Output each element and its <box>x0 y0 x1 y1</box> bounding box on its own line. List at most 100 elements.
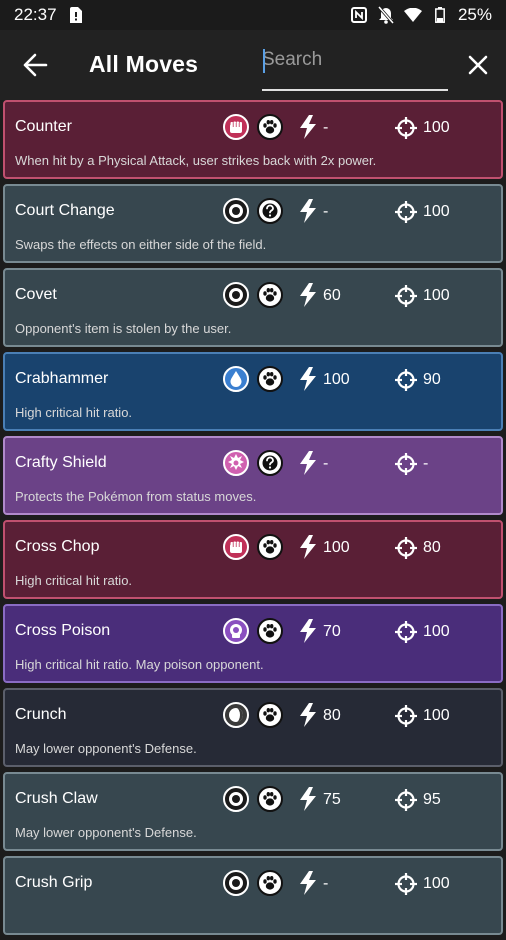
accuracy-crosshair-icon <box>395 369 417 391</box>
move-card[interactable]: Crabhammer 100 90 High critical hit rati… <box>3 352 503 431</box>
paw-icon <box>257 870 283 896</box>
move-accuracy: 100 <box>423 707 450 724</box>
move-power: - <box>323 119 329 136</box>
move-description: Opponent's item is stolen by the user. <box>15 321 232 336</box>
move-power: 100 <box>323 539 350 556</box>
move-description: High critical hit ratio. <box>15 573 133 588</box>
move-power: 80 <box>323 707 341 724</box>
move-description: Protects the Pokémon from status moves. <box>15 489 257 504</box>
move-power: - <box>323 203 329 220</box>
move-card[interactable]: Crush Grip - 100 <box>3 856 503 935</box>
move-accuracy: 100 <box>423 119 450 136</box>
status-icon <box>257 450 283 476</box>
power-bolt-icon <box>300 283 316 307</box>
move-accuracy: 80 <box>423 539 441 556</box>
status-icon <box>257 198 283 224</box>
page-title: All Moves <box>89 51 199 77</box>
accuracy-crosshair-icon <box>395 285 417 307</box>
accuracy-crosshair-icon <box>395 201 417 223</box>
paw-icon <box>257 282 283 308</box>
move-description: May lower opponent's Defense. <box>15 825 197 840</box>
move-accuracy: - <box>423 455 429 472</box>
move-card[interactable]: Crafty Shield - - Protects the Pokémon f… <box>3 436 503 515</box>
fist-icon <box>223 114 249 140</box>
move-name: Crush Grip <box>15 874 93 891</box>
move-name: Counter <box>15 118 72 135</box>
power-bolt-icon <box>300 871 316 895</box>
move-name: Crunch <box>15 706 67 723</box>
move-power: 100 <box>323 371 350 388</box>
dark-icon <box>223 702 249 728</box>
move-name: Crabhammer <box>15 370 109 387</box>
move-card[interactable]: Crunch 80 100 May lower opponent's Defen… <box>3 688 503 767</box>
move-accuracy: 90 <box>423 371 441 388</box>
water-icon <box>223 366 249 392</box>
nfc-icon <box>350 6 368 24</box>
power-bolt-icon <box>300 199 316 223</box>
back-arrow-icon[interactable] <box>22 52 48 78</box>
app-bar: All Moves <box>0 30 506 100</box>
paw-icon <box>257 534 283 560</box>
power-bolt-icon <box>300 535 316 559</box>
mute-bell-icon <box>377 6 395 24</box>
move-accuracy: 100 <box>423 203 450 220</box>
move-card[interactable]: Covet 60 100 Opponent's item is stolen b… <box>3 268 503 347</box>
accuracy-crosshair-icon <box>395 789 417 811</box>
close-icon[interactable] <box>467 54 489 76</box>
move-power: - <box>323 455 329 472</box>
move-description: May lower opponent's Defense. <box>15 741 197 756</box>
normal-icon <box>223 282 249 308</box>
move-card[interactable]: Crush Claw 75 95 May lower opponent's De… <box>3 772 503 851</box>
paw-icon <box>257 702 283 728</box>
normal-icon <box>223 198 249 224</box>
accuracy-crosshair-icon <box>395 453 417 475</box>
paw-icon <box>257 618 283 644</box>
accuracy-crosshair-icon <box>395 621 417 643</box>
status-bar: 22:37 25% <box>0 0 506 30</box>
wifi-icon <box>403 6 422 24</box>
search-field[interactable] <box>262 45 448 91</box>
poison-icon <box>223 618 249 644</box>
accuracy-crosshair-icon <box>395 117 417 139</box>
power-bolt-icon <box>300 451 316 475</box>
power-bolt-icon <box>300 703 316 727</box>
move-accuracy: 100 <box>423 287 450 304</box>
battery-icon <box>431 6 449 24</box>
move-description: High critical hit ratio. <box>15 405 133 420</box>
fist-icon <box>223 534 249 560</box>
accuracy-crosshair-icon <box>395 705 417 727</box>
move-card[interactable]: Court Change - 100 Swaps the effects on … <box>3 184 503 263</box>
move-description: High critical hit ratio. May poison oppo… <box>15 657 264 672</box>
move-power: 75 <box>323 791 341 808</box>
sim-card-icon <box>67 6 85 24</box>
move-accuracy: 100 <box>423 875 450 892</box>
search-input[interactable] <box>262 45 448 75</box>
battery-percent: 25% <box>457 5 492 24</box>
accuracy-crosshair-icon <box>395 873 417 895</box>
text-cursor <box>263 49 265 73</box>
move-name: Crafty Shield <box>15 454 107 471</box>
move-card[interactable]: Counter - 100 When hit by a Physical Att… <box>3 100 503 179</box>
paw-icon <box>257 366 283 392</box>
status-time: 22:37 <box>14 5 57 24</box>
move-name: Cross Chop <box>15 538 100 555</box>
move-power: - <box>323 875 329 892</box>
normal-icon <box>223 870 249 896</box>
move-description: Swaps the effects on either side of the … <box>15 237 267 252</box>
moves-list: Counter - 100 When hit by a Physical Att… <box>0 100 506 940</box>
move-accuracy: 95 <box>423 791 441 808</box>
fairy-icon <box>223 450 249 476</box>
power-bolt-icon <box>300 115 316 139</box>
move-name: Covet <box>15 286 57 303</box>
move-card[interactable]: Cross Poison 70 100 High critical hit ra… <box>3 604 503 683</box>
paw-icon <box>257 786 283 812</box>
move-name: Cross Poison <box>15 622 111 639</box>
move-description: When hit by a Physical Attack, user stri… <box>15 153 377 168</box>
move-name: Court Change <box>15 202 115 219</box>
move-accuracy: 100 <box>423 623 450 640</box>
move-name: Crush Claw <box>15 790 98 807</box>
power-bolt-icon <box>300 367 316 391</box>
move-card[interactable]: Cross Chop 100 80 High critical hit rati… <box>3 520 503 599</box>
move-power: 70 <box>323 623 341 640</box>
move-power: 60 <box>323 287 341 304</box>
